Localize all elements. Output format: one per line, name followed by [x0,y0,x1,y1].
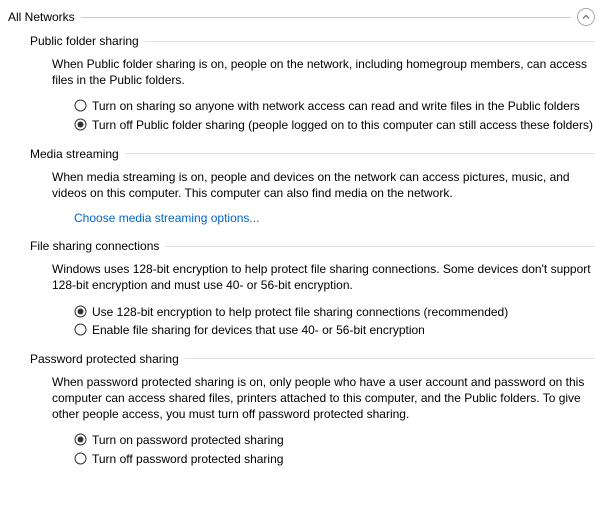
radio-unselected-icon [74,452,87,465]
radio-selected-icon [74,305,87,318]
subsection-rule [145,41,595,42]
file-sharing-connections-header: File sharing connections [30,239,595,253]
all-networks-title: All Networks [8,10,75,24]
public-folder-sharing-header: Public folder sharing [30,34,595,48]
password-sharing-on-radio[interactable]: Turn on password protected sharing [74,432,595,448]
media-streaming-section: Media streaming When media streaming is … [30,147,595,225]
password-protected-sharing-options: Turn on password protected sharing Turn … [74,432,595,466]
collapse-button[interactable] [577,8,595,26]
radio-label: Use 128-bit encryption to help protect f… [92,304,508,320]
password-protected-sharing-section: Password protected sharing When password… [30,352,595,467]
public-folder-sharing-on-radio[interactable]: Turn on sharing so anyone with network a… [74,98,595,114]
media-streaming-header: Media streaming [30,147,595,161]
file-sharing-connections-section: File sharing connections Windows uses 12… [30,239,595,338]
subsection-rule [185,358,595,359]
file-sharing-connections-title: File sharing connections [30,239,159,253]
radio-label: Turn off password protected sharing [92,451,283,467]
media-streaming-description: When media streaming is on, people and d… [52,169,595,201]
public-folder-sharing-off-radio[interactable]: Turn off Public folder sharing (people l… [74,117,595,133]
radio-selected-icon [74,118,87,131]
subsection-rule [165,246,595,247]
chevron-up-icon [581,12,591,22]
file-sharing-connections-description: Windows uses 128-bit encryption to help … [52,261,595,293]
password-protected-sharing-header: Password protected sharing [30,352,595,366]
radio-selected-icon [74,433,87,446]
file-sharing-connections-options: Use 128-bit encryption to help protect f… [74,304,595,338]
encryption-128-radio[interactable]: Use 128-bit encryption to help protect f… [74,304,595,320]
public-folder-sharing-title: Public folder sharing [30,34,139,48]
password-sharing-off-radio[interactable]: Turn off password protected sharing [74,451,595,467]
all-networks-header[interactable]: All Networks [8,8,595,26]
radio-unselected-icon [74,99,87,112]
encryption-4056-radio[interactable]: Enable file sharing for devices that use… [74,322,595,338]
subsection-rule [125,153,595,154]
media-streaming-title: Media streaming [30,147,119,161]
media-streaming-options-link[interactable]: Choose media streaming options... [74,211,595,225]
public-folder-sharing-description: When Public folder sharing is on, people… [52,56,595,88]
radio-label: Enable file sharing for devices that use… [92,322,425,338]
password-protected-sharing-description: When password protected sharing is on, o… [52,374,595,423]
password-protected-sharing-title: Password protected sharing [30,352,179,366]
radio-label: Turn on sharing so anyone with network a… [92,98,580,114]
header-rule [81,17,571,18]
public-folder-sharing-options: Turn on sharing so anyone with network a… [74,98,595,132]
radio-unselected-icon [74,323,87,336]
public-folder-sharing-section: Public folder sharing When Public folder… [30,34,595,133]
radio-label: Turn off Public folder sharing (people l… [92,117,593,133]
radio-label: Turn on password protected sharing [92,432,284,448]
